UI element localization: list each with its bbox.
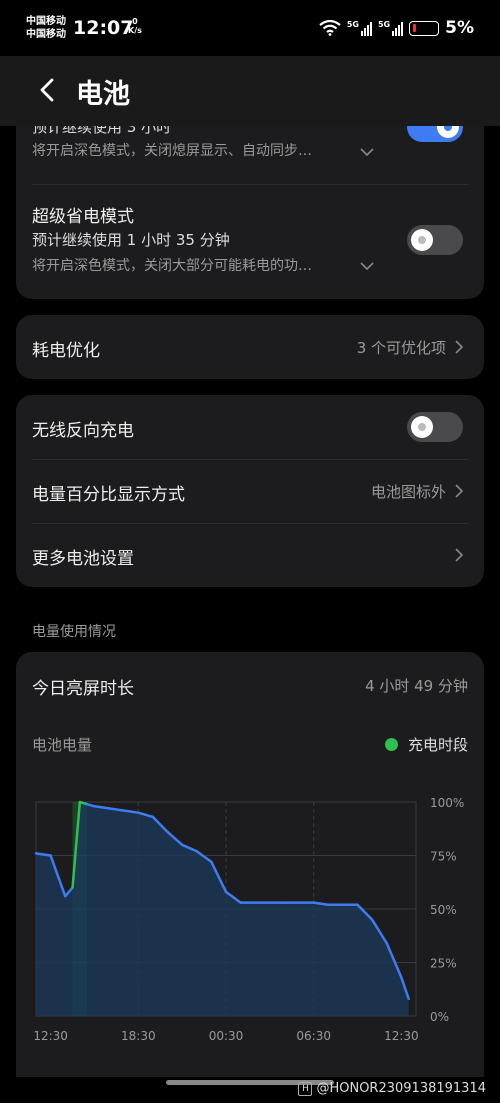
power-optimize-card[interactable]: 耗电优化 3 个可优化项: [16, 315, 484, 379]
super-power-saving-desc: 将开启深色模式，关闭大部分可能耗电的功…: [32, 258, 312, 274]
chevron-down-icon[interactable]: [360, 261, 374, 271]
wifi-icon: [319, 20, 341, 36]
percent-display-value: 电池图标外: [370, 483, 446, 501]
network-speed: 0 K/s: [128, 17, 142, 35]
super-power-saving-toggle[interactable]: [407, 225, 463, 255]
speed-value: 0: [132, 17, 138, 26]
super-power-saving-row[interactable]: 超级省电模式 预计继续使用 1 小时 35 分钟 将开启深色模式，关闭大部分可能…: [16, 184, 484, 299]
percent-display-row[interactable]: 电量百分比显示方式 电池图标外: [16, 459, 484, 523]
reverse-charge-toggle[interactable]: [407, 412, 463, 442]
power-optimize-label: 耗电优化: [32, 341, 100, 361]
battery-chart[interactable]: 100% 75% 50% 25% 0% 12:30 18:30 00:30 06:30 12:30: [16, 652, 484, 1077]
carrier-1: 中国移动: [26, 16, 66, 27]
super-power-saving-estimate: 预计继续使用 1 小时 35 分钟: [32, 231, 230, 249]
chevron-down-icon[interactable]: [360, 147, 374, 157]
watermark: H @HONOR2309138191314: [298, 1081, 486, 1096]
power-optimize-value: 3 个可优化项: [356, 339, 446, 357]
page-title: 电池: [76, 79, 130, 110]
power-mode-card: 预计继续使用 3 小时 将开启深色模式，关闭熄屏显示、自动同步… 超级省电模式 …: [16, 96, 484, 299]
carrier-2: 中国移动: [26, 29, 66, 40]
x-tick-label: 12:30: [384, 1029, 419, 1043]
x-tick-label: 00:30: [209, 1029, 244, 1043]
top-app-bar: 电池: [0, 56, 500, 126]
usage-section-title: 电量使用情况: [32, 624, 116, 640]
y-tick-label: 50%: [430, 903, 457, 917]
battery-percent: 5%: [445, 18, 474, 38]
chevron-right-icon: [455, 548, 464, 562]
battery-area-fill: [36, 802, 409, 1016]
back-arrow-icon[interactable]: [34, 76, 62, 104]
battery-usage-card: 今日亮屏时长 4 小时 49 分钟 电池电量 充电时段 100% 75% 50% 25…: [16, 652, 484, 1077]
percent-display-label: 电量百分比显示方式: [32, 485, 185, 505]
status-icons: 5G 5G 5%: [319, 18, 474, 38]
carrier-labels: 中国移动 中国移动: [26, 15, 66, 41]
y-tick-label: 100%: [430, 796, 464, 810]
clock: 12:07: [73, 17, 134, 39]
status-bar: 中国移动 中国移动 12:07 0 K/s 5G 5G 5%: [0, 0, 500, 56]
chevron-right-icon: [455, 484, 464, 498]
toggle-knob: [411, 229, 433, 251]
chevron-right-icon: [455, 340, 464, 354]
net-2-label: 5G: [377, 20, 391, 29]
signal-1-icon: 5G: [347, 20, 372, 36]
net-1-label: 5G: [346, 20, 359, 29]
battery-icon: [409, 20, 440, 36]
y-tick-label: 0%: [430, 1010, 449, 1024]
more-battery-settings-label: 更多电池设置: [32, 549, 134, 569]
reverse-charge-row[interactable]: 无线反向充电: [16, 395, 484, 459]
toggle-knob: [411, 416, 433, 438]
power-saving-desc: 将开启深色模式，关闭熄屏显示、自动同步…: [32, 143, 312, 159]
super-power-saving-title: 超级省电模式: [32, 207, 134, 227]
more-battery-settings-row[interactable]: 更多电池设置: [16, 523, 484, 587]
speed-unit: K/s: [128, 26, 142, 35]
watermark-text: @HONOR2309138191314: [316, 1081, 486, 1096]
x-tick-label: 18:30: [121, 1029, 156, 1043]
watermark-badge: H: [298, 1081, 313, 1096]
signal-2-icon: 5G: [377, 20, 404, 36]
x-tick-label: 06:30: [296, 1029, 331, 1043]
battery-settings-card: 无线反向充电 电量百分比显示方式 电池图标外 更多电池设置: [16, 395, 484, 587]
y-tick-label: 75%: [430, 850, 457, 864]
x-tick-label: 12:30: [33, 1029, 68, 1043]
y-tick-label: 25%: [430, 957, 457, 971]
reverse-charge-label: 无线反向充电: [32, 421, 134, 441]
